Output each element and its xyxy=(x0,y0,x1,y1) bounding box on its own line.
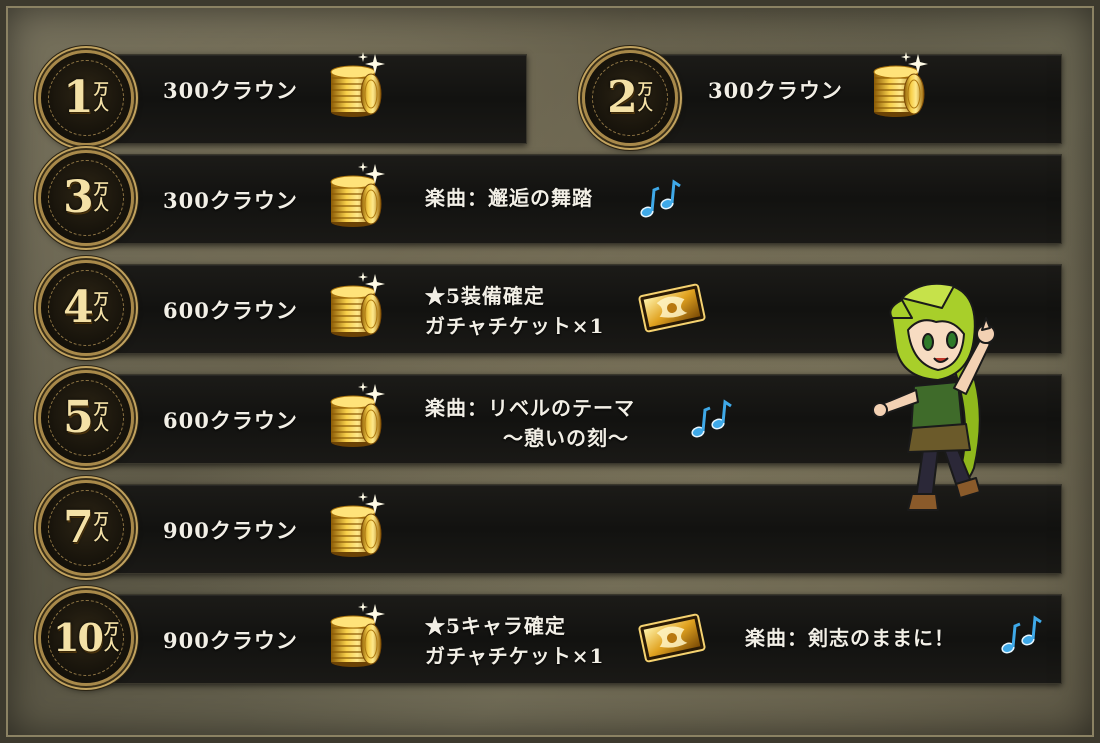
crown-reward: 300クラウン xyxy=(163,188,298,213)
milestone-number: 2 xyxy=(607,72,638,123)
milestone-unit: 万人 xyxy=(93,510,109,544)
song-reward-title: 楽曲：リベルのテーマ xyxy=(425,396,635,420)
milestone-unit: 万人 xyxy=(103,620,119,654)
ticket-reward-title: ★5装備確定 xyxy=(425,284,545,308)
gacha-ticket-icon xyxy=(636,610,708,666)
song-reward-subtitle: ～憩いの刻～ xyxy=(503,426,629,450)
milestone-unit: 万人 xyxy=(93,400,109,434)
milestone-medal: 3 万人 xyxy=(38,150,134,246)
gold-coin-stack-icon xyxy=(327,160,389,230)
milestone-medal: 7 万人 xyxy=(38,480,134,576)
gold-coin-stack-icon xyxy=(327,50,389,120)
reward-bar xyxy=(630,54,1062,144)
milestone-number: 10 xyxy=(53,615,104,660)
crown-reward: 300クラウン xyxy=(163,78,298,103)
gold-coin-stack-icon xyxy=(870,50,932,120)
milestone-unit: 万人 xyxy=(93,180,109,214)
song-reward: 楽曲：邂逅の舞踏 xyxy=(425,186,593,210)
milestone-medal: 1 万人 xyxy=(38,50,134,146)
music-note-icon xyxy=(637,176,683,222)
crown-reward: 600クラウン xyxy=(163,298,298,323)
milestone-medal: 10 万人 xyxy=(38,590,134,686)
gold-coin-stack-icon xyxy=(327,600,389,670)
chibi-character-icon xyxy=(872,282,996,511)
milestone-number: 5 xyxy=(63,392,94,443)
gold-coin-stack-icon xyxy=(327,490,389,560)
music-note-icon xyxy=(998,612,1044,658)
milestone-unit: 万人 xyxy=(637,80,653,114)
music-note-icon xyxy=(688,396,734,442)
ticket-reward-count: ガチャチケット×1 xyxy=(425,314,605,338)
milestone-unit: 万人 xyxy=(93,290,109,324)
ticket-reward-title: ★5キャラ確定 xyxy=(425,614,566,638)
milestone-medal: 4 万人 xyxy=(38,260,134,356)
milestone-medal: 5 万人 xyxy=(38,370,134,466)
gold-coin-stack-icon xyxy=(327,270,389,340)
crown-reward: 900クラウン xyxy=(163,628,298,653)
milestone-unit: 万人 xyxy=(93,80,109,114)
crown-reward: 600クラウン xyxy=(163,408,298,433)
milestone-medal: 2 万人 xyxy=(582,50,678,146)
gold-coin-stack-icon xyxy=(327,380,389,450)
ticket-reward-count: ガチャチケット×1 xyxy=(425,644,605,668)
reward-bar xyxy=(86,54,527,144)
crown-reward: 900クラウン xyxy=(163,518,298,543)
crown-reward: 300クラウン xyxy=(708,78,843,103)
song-reward: 楽曲：剣志のままに！ xyxy=(745,626,955,650)
milestone-number: 3 xyxy=(63,172,94,223)
milestone-number: 7 xyxy=(63,502,94,553)
milestone-number: 4 xyxy=(63,282,94,333)
gacha-ticket-icon xyxy=(636,280,708,336)
milestone-number: 1 xyxy=(63,72,94,123)
